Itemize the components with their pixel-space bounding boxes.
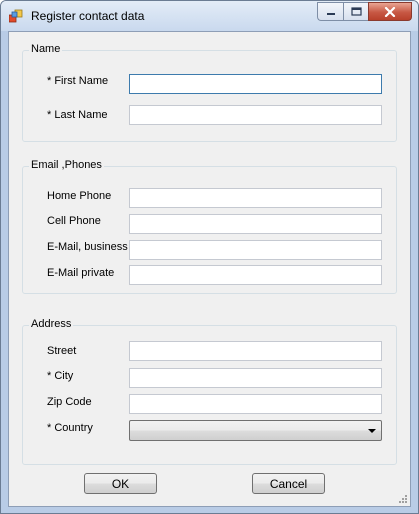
country-label: * Country bbox=[47, 422, 93, 434]
group-name-title: Name bbox=[29, 43, 63, 55]
app-form-icon bbox=[9, 9, 23, 23]
street-label: Street bbox=[47, 345, 77, 357]
home-phone-input[interactable] bbox=[129, 188, 382, 208]
cell-phone-input[interactable] bbox=[129, 214, 382, 234]
last-name-input[interactable] bbox=[129, 105, 382, 125]
last-name-label: * Last Name bbox=[47, 109, 108, 121]
dialog-window: Register contact data Name * First Name … bbox=[0, 0, 419, 514]
maximize-button[interactable] bbox=[343, 2, 368, 21]
window-title: Register contact data bbox=[31, 9, 145, 23]
title-bar[interactable]: Register contact data bbox=[1, 1, 418, 31]
minimize-button[interactable] bbox=[317, 2, 343, 21]
email-business-input[interactable] bbox=[129, 240, 382, 260]
cancel-button[interactable]: Cancel bbox=[252, 473, 325, 494]
group-name: Name bbox=[22, 43, 397, 142]
caption-buttons bbox=[317, 2, 412, 21]
chevron-down-icon bbox=[368, 429, 376, 433]
resize-grip-icon[interactable] bbox=[398, 494, 408, 504]
first-name-input[interactable] bbox=[129, 74, 382, 94]
first-name-label: * First Name bbox=[47, 75, 109, 87]
maximize-icon bbox=[350, 7, 362, 16]
close-icon bbox=[384, 6, 396, 17]
email-private-label: E-Mail private bbox=[47, 267, 115, 279]
home-phone-label: Home Phone bbox=[47, 190, 112, 202]
dialog-client-area: Name * First Name * Last Name Email ,Pho… bbox=[8, 31, 411, 507]
group-address-title: Address bbox=[29, 318, 74, 330]
city-input[interactable] bbox=[129, 368, 382, 388]
email-private-input[interactable] bbox=[129, 265, 382, 285]
zip-code-input[interactable] bbox=[129, 394, 382, 414]
city-label: * City bbox=[47, 370, 74, 382]
group-email-phones-title: Email ,Phones bbox=[29, 159, 104, 171]
street-input[interactable] bbox=[129, 341, 382, 361]
country-dropdown[interactable] bbox=[129, 420, 382, 441]
ok-button[interactable]: OK bbox=[84, 473, 157, 494]
close-button[interactable] bbox=[368, 2, 412, 21]
minimize-icon bbox=[326, 12, 335, 15]
email-business-label: E-Mail, business bbox=[47, 241, 128, 253]
cell-phone-label: Cell Phone bbox=[47, 215, 101, 227]
zip-code-label: Zip Code bbox=[47, 396, 92, 408]
